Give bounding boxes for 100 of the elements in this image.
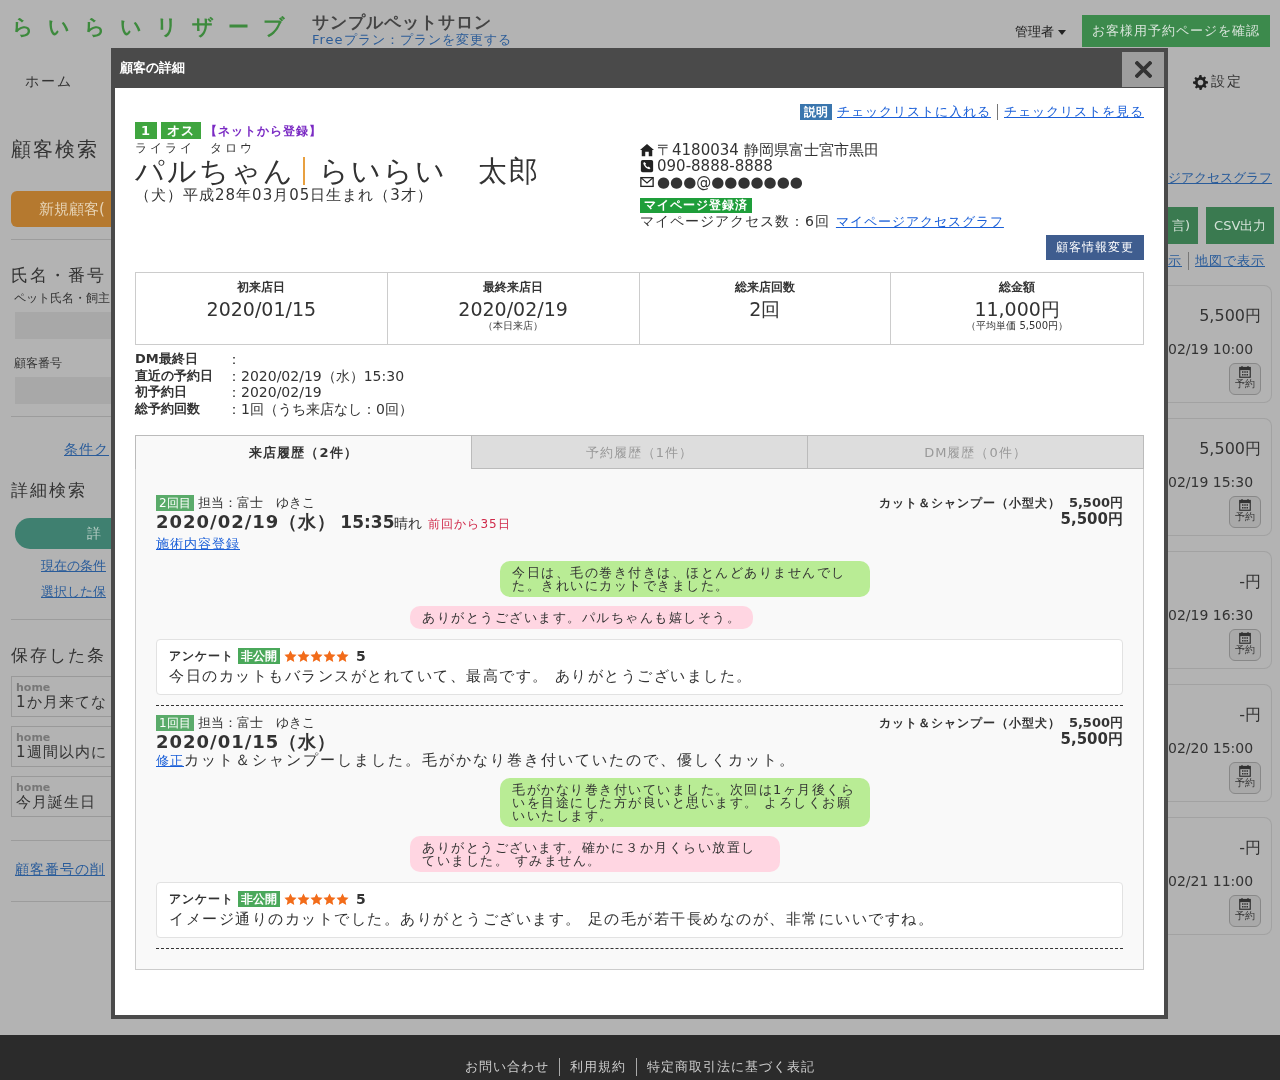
name-input-field[interactable]: [15, 312, 111, 339]
email-address: ●●●@●●●●●●●: [657, 174, 803, 191]
action-button[interactable]: 言): [1168, 207, 1199, 244]
rating-score: 5: [356, 648, 366, 665]
calendar-icon: [1239, 632, 1251, 644]
reserve-button[interactable]: 予約: [1229, 895, 1261, 927]
reserve-button[interactable]: 予約: [1229, 629, 1261, 661]
footer-link[interactable]: 利用規約: [559, 1057, 626, 1076]
checklist-link[interactable]: チェックリストに入れる: [837, 104, 991, 120]
user-menu[interactable]: 管理者: [1015, 23, 1066, 41]
treatment-link[interactable]: 施術内容登録: [156, 535, 240, 553]
reservation-card[interactable]: -円 02/19 16:30 予約: [1168, 551, 1272, 669]
plan-link[interactable]: Freeプラン：プランを変更する: [312, 32, 512, 47]
stat-label: 初来店日: [237, 280, 286, 295]
survey-label: アンケート: [169, 891, 234, 908]
condition-tag: home: [16, 682, 107, 693]
condition-tag: home: [16, 732, 107, 743]
weather-text: 晴れ: [394, 514, 423, 534]
close-button[interactable]: [1122, 51, 1164, 87]
calendar-icon: [1239, 499, 1251, 511]
price-text: -円: [1238, 572, 1261, 593]
stat-value: 2020/02/19: [458, 297, 568, 320]
visibility-badge: 非公開: [238, 648, 280, 665]
staff-name: 担当：富士 ゆきこ: [197, 715, 315, 732]
reserve-button[interactable]: 予約: [1229, 762, 1261, 794]
star-icon: [284, 649, 297, 663]
booking-page-button[interactable]: お客様用予約ページを確認: [1082, 15, 1270, 47]
sex-badge: オス: [161, 122, 202, 140]
phone-number: 090-8888-8888: [657, 158, 773, 175]
reservation-datetime: 02/19 15:30: [1168, 474, 1255, 490]
visit-date: 2020/01/15（水）: [156, 731, 337, 753]
field-label: ペット氏名・飼主: [14, 290, 110, 307]
stat-value: 2回: [749, 297, 781, 320]
calendar-icon: [1239, 898, 1251, 910]
star-icon: [310, 892, 323, 906]
history-tab[interactable]: 来店履歴（2件）: [135, 435, 472, 470]
phone-icon: [640, 159, 654, 174]
name-reading: ライライ タロウ: [135, 141, 256, 156]
map-link[interactable]: 示: [1168, 252, 1182, 270]
settings-tab[interactable]: 設定: [1193, 73, 1243, 91]
rating-score: 5: [356, 891, 366, 908]
stat-label: 最終来店日: [483, 280, 544, 295]
delete-customer-number-link[interactable]: 顧客番号の削: [15, 861, 105, 879]
survey-label: アンケート: [169, 648, 234, 665]
price-text: -円: [1238, 838, 1261, 859]
stat-note: （平均単価 5,500円）: [966, 319, 1069, 332]
star-icon: [297, 649, 310, 663]
detail-label: 総予約回数: [135, 400, 201, 418]
reservation-card[interactable]: 5,500円 02/19 15:30 予約: [1168, 418, 1272, 536]
access-graph-link[interactable]: ジアクセスグラフ: [1168, 170, 1272, 187]
reserve-button[interactable]: 予約: [1229, 496, 1261, 528]
condition-name: 1週間以内に: [16, 743, 107, 761]
footer-link[interactable]: お問い合わせ: [465, 1057, 549, 1076]
sidebar-title: 顧客検索: [11, 136, 99, 163]
detail-value: ：2020/02/19（水）15:30: [227, 367, 406, 385]
condition-link[interactable]: 選択した保: [41, 583, 106, 601]
reservation-datetime: 02/19 16:30: [1168, 607, 1255, 623]
reserve-button[interactable]: 予約: [1229, 363, 1261, 395]
reservation-card[interactable]: -円 02/21 11:00 予約: [1168, 817, 1272, 935]
survey-comment: 今日のカットもバランスがとれていて、最高です。 ありがとうございました。: [169, 666, 754, 687]
action-button[interactable]: CSV出力: [1206, 207, 1275, 244]
total-price: 5,500円: [1060, 511, 1123, 528]
price-text: -円: [1238, 705, 1261, 726]
address-text: 〒4180034 静岡県富士宮市黒田: [657, 142, 879, 159]
help-badge[interactable]: 説明: [800, 104, 832, 121]
detail-value: ：1回（うち来店なし：0回）: [227, 400, 414, 418]
clear-conditions-link[interactable]: 条件ク: [64, 441, 109, 459]
stat-note: （本日来店）: [483, 319, 544, 332]
reservation-datetime: 02/21 11:00: [1168, 873, 1255, 889]
home-tab[interactable]: ホーム: [25, 73, 73, 91]
reservation-card[interactable]: 5,500円 02/19 10:00 予約: [1168, 285, 1272, 403]
stat-label: 総金額: [999, 280, 1036, 295]
calendar-icon: [1239, 366, 1251, 378]
menu-price: 5,500円: [1068, 495, 1123, 511]
access-graph-link[interactable]: マイページアクセスグラフ: [835, 213, 1004, 231]
field-label: 顧客番号: [14, 355, 62, 372]
survey-comment: イメージ通りのカットでした。ありがとうございます。 足の毛が若干長めなのが、非常にいいですね。: [169, 909, 936, 930]
edit-customer-button[interactable]: 顧客情報変更: [1046, 235, 1144, 261]
treatment-link[interactable]: 修正: [156, 752, 184, 770]
speech-bubble: 毛がかなり巻き付いていました。次回は1ヶ月後くらいを目途にした方が良いと思います。 よろしくお願いいたします。: [500, 778, 870, 828]
visibility-badge: 非公開: [238, 891, 280, 908]
mypage-badge: マイページ登録済: [640, 198, 752, 214]
section-heading: 保存した条: [11, 644, 106, 667]
section-heading: 氏名・番号: [11, 264, 106, 287]
footer-link[interactable]: 特定商取引法に基づく表記: [636, 1057, 815, 1076]
reservation-card[interactable]: -円 02/20 15:00 予約: [1168, 684, 1272, 802]
star-icon: [323, 892, 336, 906]
visit-date: 2020/02/19（水）: [156, 511, 337, 533]
mail-icon: [640, 175, 654, 190]
condition-link[interactable]: 現在の条件: [41, 557, 106, 575]
customer-number-field[interactable]: [15, 377, 111, 404]
modal-title: 顧客の詳細: [120, 59, 185, 77]
visit-time: 15:35: [340, 512, 395, 534]
stat-label: 総来店回数: [734, 280, 795, 295]
visit-count-badge: 1回目: [156, 715, 194, 732]
condition-name: 1か月来てな: [16, 693, 107, 711]
map-link[interactable]: 地図で表示: [1188, 252, 1265, 270]
stat-value: 11,000円: [974, 297, 1060, 320]
checklist-link[interactable]: チェックリストを見る: [997, 104, 1144, 120]
close-icon: [1134, 60, 1152, 78]
